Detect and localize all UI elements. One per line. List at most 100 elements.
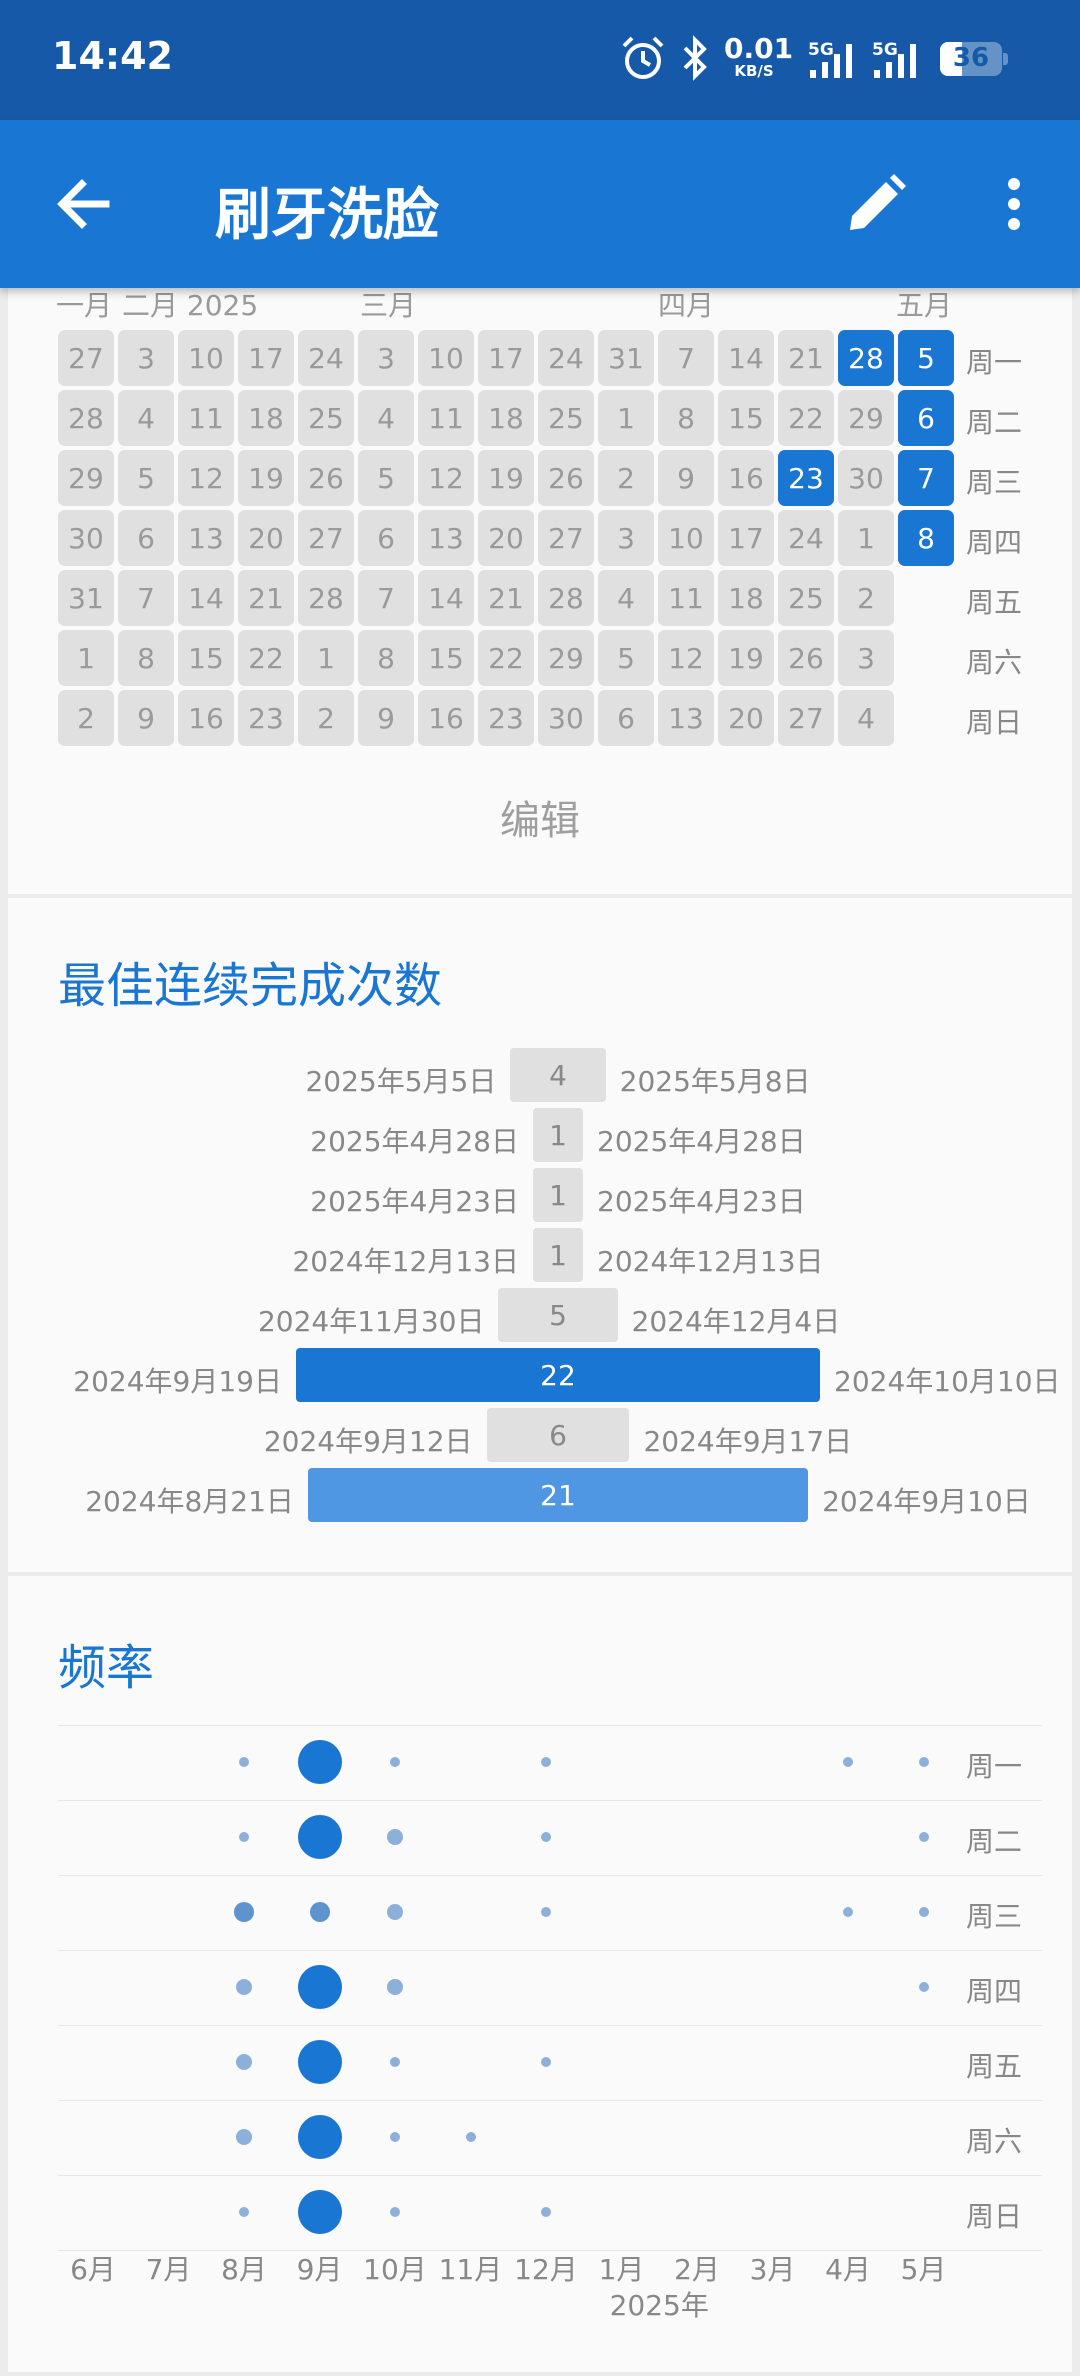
calendar-day-cell[interactable]: 24 <box>538 330 594 386</box>
calendar-day-cell[interactable]: 26 <box>778 630 834 686</box>
calendar-day-cell[interactable]: 23 <box>478 690 534 746</box>
calendar-day-cell[interactable]: 10 <box>178 330 234 386</box>
calendar-day-cell[interactable]: 3 <box>838 630 894 686</box>
calendar-day-cell[interactable]: 27 <box>58 330 114 386</box>
calendar-day-cell[interactable]: 5 <box>898 330 954 386</box>
calendar-day-cell[interactable]: 18 <box>238 390 294 446</box>
calendar-day-cell[interactable]: 14 <box>178 570 234 626</box>
calendar-day-cell[interactable]: 5 <box>358 450 414 506</box>
calendar-day-cell[interactable]: 2 <box>598 450 654 506</box>
calendar-day-cell[interactable]: 4 <box>838 690 894 746</box>
calendar-day-cell[interactable]: 12 <box>178 450 234 506</box>
calendar-day-cell[interactable]: 15 <box>418 630 474 686</box>
calendar-day-cell[interactable]: 29 <box>838 390 894 446</box>
calendar-day-cell[interactable]: 20 <box>718 690 774 746</box>
back-button[interactable] <box>44 164 124 244</box>
calendar-day-cell[interactable]: 25 <box>298 390 354 446</box>
calendar-day-cell[interactable]: 1 <box>838 510 894 566</box>
calendar-day-cell[interactable]: 1 <box>58 630 114 686</box>
calendar-day-cell[interactable]: 30 <box>838 450 894 506</box>
calendar-day-cell[interactable]: 1 <box>598 390 654 446</box>
calendar-day-cell[interactable]: 27 <box>298 510 354 566</box>
edit-habit-button[interactable] <box>836 164 916 244</box>
calendar-day-cell[interactable]: 23 <box>238 690 294 746</box>
calendar-day-cell[interactable]: 7 <box>118 570 174 626</box>
edit-history-button[interactable]: 编辑 <box>8 788 1072 846</box>
calendar-day-cell[interactable]: 28 <box>298 570 354 626</box>
calendar-day-cell[interactable]: 29 <box>58 450 114 506</box>
calendar-day-cell[interactable]: 23 <box>778 450 834 506</box>
calendar-day-cell[interactable]: 16 <box>178 690 234 746</box>
calendar-day-cell[interactable]: 8 <box>118 630 174 686</box>
calendar-day-cell[interactable]: 6 <box>358 510 414 566</box>
calendar-day-cell[interactable]: 4 <box>358 390 414 446</box>
calendar-day-cell[interactable]: 9 <box>658 450 714 506</box>
calendar-day-cell[interactable]: 31 <box>598 330 654 386</box>
calendar-day-cell[interactable]: 13 <box>658 690 714 746</box>
calendar-day-cell[interactable]: 7 <box>658 330 714 386</box>
calendar-day-cell[interactable]: 4 <box>118 390 174 446</box>
calendar-day-cell[interactable]: 21 <box>778 330 834 386</box>
calendar-day-cell[interactable]: 2 <box>298 690 354 746</box>
calendar-day-cell[interactable]: 3 <box>598 510 654 566</box>
calendar-day-cell[interactable]: 21 <box>238 570 294 626</box>
calendar-day-cell[interactable]: 27 <box>778 690 834 746</box>
calendar-day-cell[interactable]: 8 <box>358 630 414 686</box>
calendar-day-cell[interactable]: 1 <box>298 630 354 686</box>
calendar-day-cell[interactable]: 8 <box>658 390 714 446</box>
calendar-day-cell[interactable]: 12 <box>418 450 474 506</box>
calendar-day-cell[interactable]: 5 <box>118 450 174 506</box>
calendar-day-cell[interactable]: 6 <box>118 510 174 566</box>
calendar-day-cell[interactable]: 19 <box>478 450 534 506</box>
calendar-day-cell[interactable]: 24 <box>298 330 354 386</box>
calendar-day-cell[interactable]: 12 <box>658 630 714 686</box>
calendar-day-cell[interactable]: 7 <box>358 570 414 626</box>
calendar-day-cell[interactable]: 15 <box>718 390 774 446</box>
calendar-day-cell[interactable]: 19 <box>718 630 774 686</box>
calendar-day-cell[interactable]: 26 <box>538 450 594 506</box>
calendar-day-cell[interactable]: 8 <box>898 510 954 566</box>
calendar-day-cell[interactable]: 20 <box>238 510 294 566</box>
calendar-day-cell[interactable]: 11 <box>658 570 714 626</box>
calendar-day-cell[interactable]: 16 <box>718 450 774 506</box>
calendar-day-cell[interactable]: 7 <box>898 450 954 506</box>
more-options-button[interactable] <box>974 164 1034 244</box>
calendar-day-cell[interactable]: 31 <box>58 570 114 626</box>
calendar-day-cell[interactable]: 11 <box>178 390 234 446</box>
calendar-day-cell[interactable]: 13 <box>178 510 234 566</box>
calendar-day-cell[interactable]: 13 <box>418 510 474 566</box>
calendar-day-cell[interactable]: 4 <box>598 570 654 626</box>
calendar-day-cell[interactable]: 27 <box>538 510 594 566</box>
calendar-day-cell[interactable]: 29 <box>538 630 594 686</box>
calendar-day-cell[interactable]: 20 <box>478 510 534 566</box>
calendar-day-cell[interactable]: 10 <box>658 510 714 566</box>
calendar-day-cell[interactable]: 11 <box>418 390 474 446</box>
calendar-day-cell[interactable]: 19 <box>238 450 294 506</box>
calendar-day-cell[interactable]: 6 <box>598 690 654 746</box>
calendar-day-cell[interactable]: 17 <box>238 330 294 386</box>
calendar-day-cell[interactable]: 21 <box>478 570 534 626</box>
calendar-day-cell[interactable]: 18 <box>478 390 534 446</box>
calendar-day-cell[interactable]: 24 <box>778 510 834 566</box>
calendar-day-cell[interactable]: 28 <box>838 330 894 386</box>
calendar-day-cell[interactable]: 22 <box>478 630 534 686</box>
calendar-day-cell[interactable]: 14 <box>718 330 774 386</box>
calendar-day-cell[interactable]: 30 <box>58 510 114 566</box>
calendar-day-cell[interactable]: 28 <box>538 570 594 626</box>
calendar-day-cell[interactable]: 5 <box>598 630 654 686</box>
calendar-day-cell[interactable]: 25 <box>778 570 834 626</box>
calendar-day-cell[interactable]: 22 <box>778 390 834 446</box>
calendar-day-cell[interactable]: 3 <box>358 330 414 386</box>
calendar-day-cell[interactable]: 2 <box>58 690 114 746</box>
calendar-day-cell[interactable]: 9 <box>358 690 414 746</box>
calendar-day-cell[interactable]: 10 <box>418 330 474 386</box>
calendar-day-cell[interactable]: 30 <box>538 690 594 746</box>
calendar-day-cell[interactable]: 3 <box>118 330 174 386</box>
calendar-day-cell[interactable]: 25 <box>538 390 594 446</box>
calendar-day-cell[interactable]: 6 <box>898 390 954 446</box>
calendar-day-cell[interactable]: 14 <box>418 570 474 626</box>
calendar-day-cell[interactable]: 2 <box>838 570 894 626</box>
calendar-day-cell[interactable]: 22 <box>238 630 294 686</box>
calendar-day-cell[interactable]: 17 <box>718 510 774 566</box>
calendar-day-cell[interactable]: 17 <box>478 330 534 386</box>
